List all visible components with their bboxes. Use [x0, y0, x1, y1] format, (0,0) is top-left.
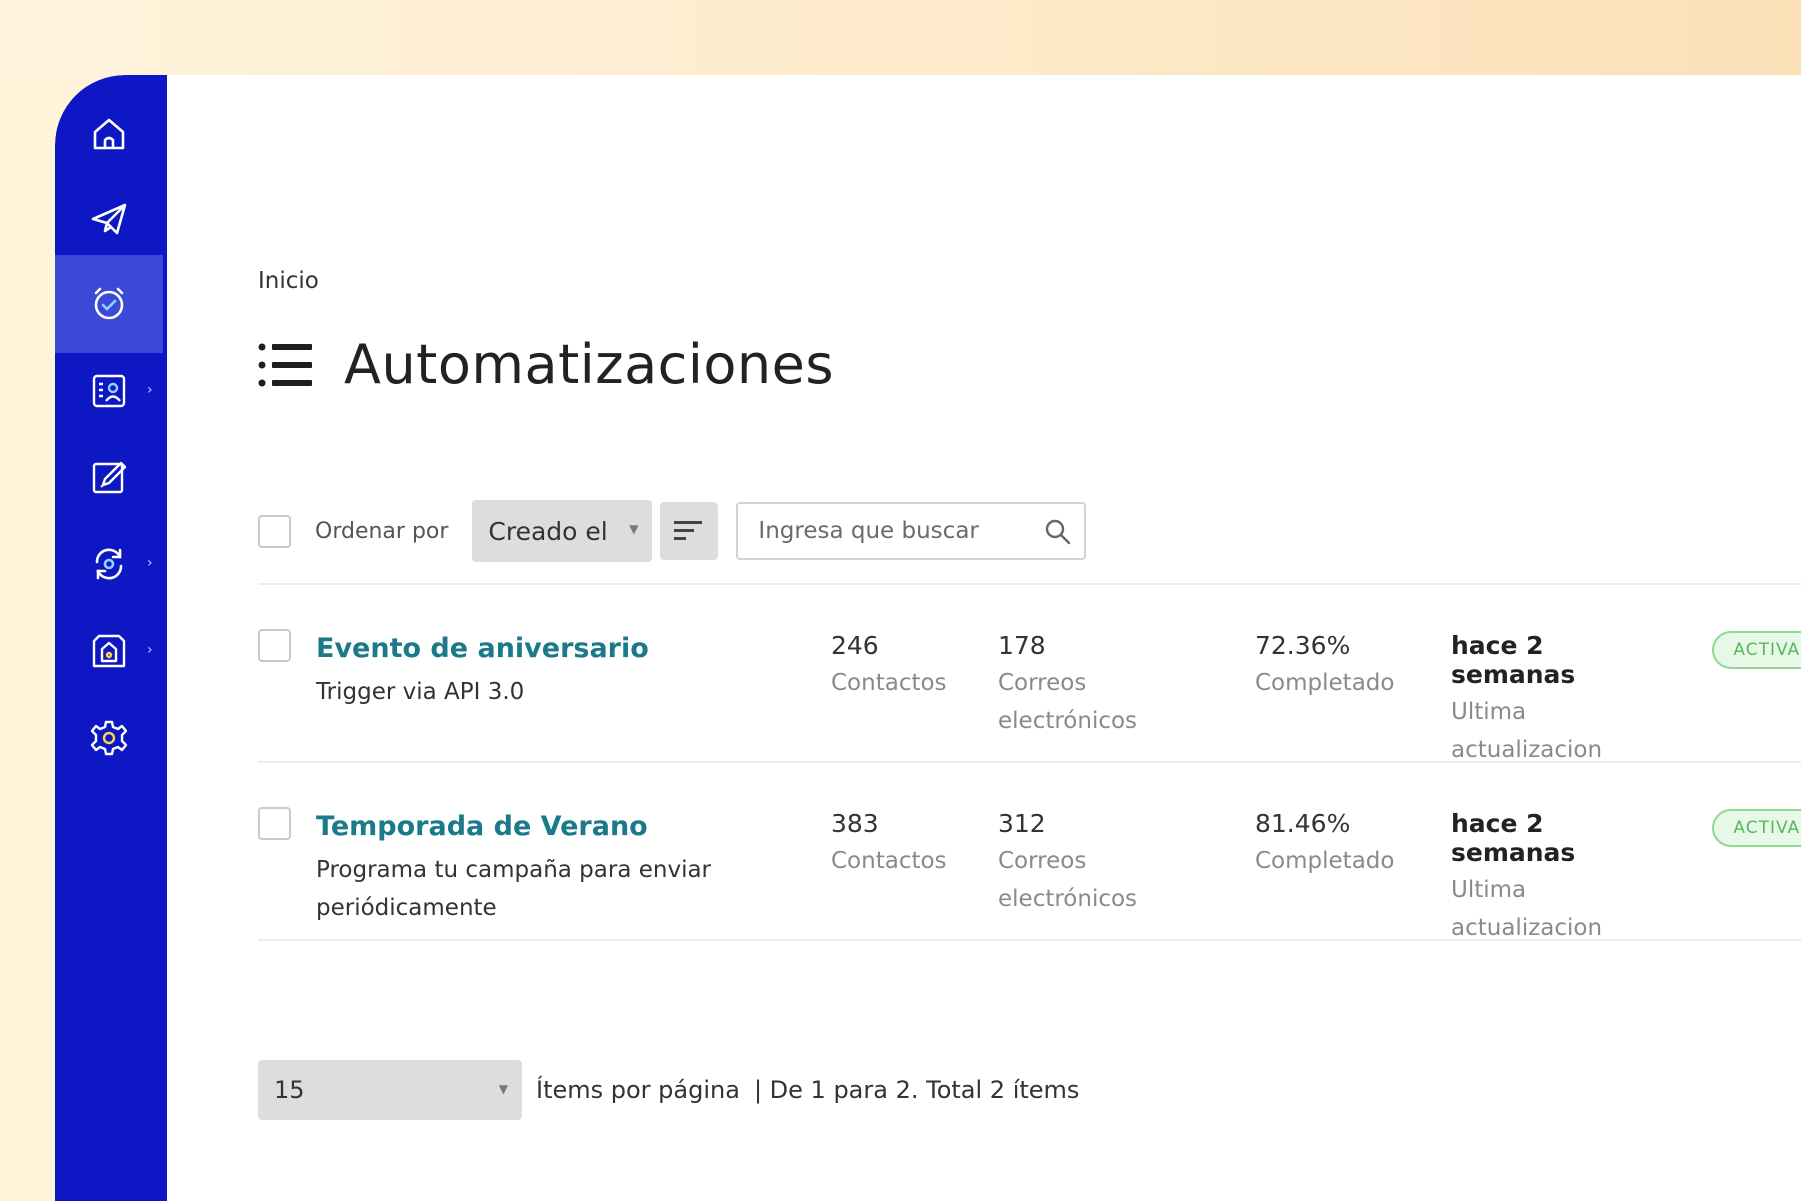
completed-stat: 72.36% Completado — [1255, 631, 1394, 702]
contacts-label: Contactos — [831, 670, 947, 696]
sidebar-item-settings[interactable] — [55, 689, 163, 787]
sort-select-value: Creado el — [488, 516, 608, 546]
search-icon[interactable] — [1044, 518, 1072, 546]
automation-description: Trigger via API 3.0 — [316, 679, 525, 705]
completed-label: Completado — [1255, 848, 1395, 874]
template-icon — [92, 634, 126, 668]
edit-icon — [92, 461, 127, 494]
page-header: Automatizaciones — [258, 333, 834, 396]
updated-time: hace 2 semanas — [1451, 809, 1576, 867]
pagination-summary: | De 1 para 2. Total 2 ítems — [753, 1076, 1080, 1104]
updated-label: Ultima actualizacion — [1451, 699, 1603, 763]
contacts-stat: 246 Contactos — [831, 631, 947, 702]
completed-percent: 81.46% — [1255, 809, 1351, 838]
chevron-right-icon: › — [147, 555, 153, 571]
alarm-clock-icon — [94, 287, 124, 320]
sidebar: › › › — [55, 75, 167, 1201]
home-icon — [93, 118, 125, 150]
page-title: Automatizaciones — [344, 333, 834, 396]
automations-table: Evento de aniversario Trigger via API 3.… — [258, 583, 1801, 941]
completed-label: Completado — [1255, 670, 1395, 696]
row-checkbox[interactable] — [258, 807, 291, 840]
items-per-page-select[interactable]: 15 ▼ — [258, 1060, 522, 1120]
sync-icon — [95, 548, 123, 580]
contacts-count: 383 — [831, 809, 879, 838]
items-per-page-label: Ítems por página — [536, 1076, 740, 1104]
emails-count: 312 — [998, 809, 1046, 838]
background-glow — [0, 0, 1801, 80]
automation-description: Programa tu campaña para enviar periódic… — [316, 857, 712, 921]
contacts-stat: 383 Contactos — [831, 809, 947, 880]
paper-plane-icon — [91, 203, 127, 235]
sort-label: Ordenar por — [315, 518, 449, 544]
updated-stat: hace 2 semanas Ultima actualizacion — [1451, 631, 1671, 769]
sidebar-item-automations[interactable] — [55, 255, 163, 353]
caret-down-icon: ▼ — [629, 522, 639, 536]
updated-label: Ultima actualizacion — [1451, 877, 1603, 941]
table-row[interactable]: Temporada de Verano Programa tu campaña … — [258, 763, 1801, 941]
sidebar-item-campaigns[interactable] — [55, 170, 163, 268]
toolbar: Ordenar por Creado el ▼ — [258, 500, 1087, 562]
emails-count: 178 — [998, 631, 1046, 660]
completed-percent: 72.36% — [1255, 631, 1351, 660]
sort-select[interactable]: Creado el ▼ — [472, 500, 653, 562]
contacts-label: Contactos — [831, 848, 947, 874]
search-input[interactable] — [758, 518, 1029, 544]
emails-label: Correos electrónicos — [998, 670, 1138, 734]
sort-direction-button[interactable] — [660, 502, 719, 560]
gear-icon — [90, 720, 128, 756]
app-window: › › › Inicio Automatizaciones Ordenar po… — [55, 75, 1801, 1201]
main-content: Inicio Automatizaciones Ordenar por Crea… — [167, 75, 1801, 1201]
automation-name-link[interactable]: Evento de aniversario — [316, 633, 649, 664]
caret-down-icon: ▼ — [498, 1082, 508, 1096]
updated-time: hace 2 semanas — [1451, 631, 1576, 689]
pagination: 15 ▼ Ítems por página | De 1 para 2. Tot… — [258, 1060, 1079, 1120]
status-badge: ACTIVADA — [1712, 631, 1801, 669]
sort-lines-icon — [674, 521, 703, 540]
contacts-icon — [92, 374, 126, 408]
row-checkbox[interactable] — [258, 629, 291, 662]
breadcrumb[interactable]: Inicio — [258, 268, 319, 294]
sidebar-item-home[interactable] — [55, 85, 163, 183]
chevron-right-icon: › — [147, 382, 153, 398]
sidebar-item-editor[interactable] — [55, 428, 163, 526]
select-all-checkbox[interactable] — [258, 514, 291, 548]
emails-label: Correos electrónicos — [998, 848, 1138, 912]
table-row[interactable]: Evento de aniversario Trigger via API 3.… — [258, 585, 1801, 763]
status-badge: ACTIVADA — [1712, 809, 1801, 847]
contacts-count: 246 — [831, 631, 879, 660]
emails-stat: 312 Correos electrónicos — [998, 809, 1168, 918]
updated-stat: hace 2 semanas Ultima actualizacion — [1451, 809, 1671, 947]
chevron-right-icon: › — [147, 642, 153, 658]
list-icon — [258, 343, 312, 386]
items-per-page-value: 15 — [274, 1076, 305, 1104]
automation-name-link[interactable]: Temporada de Verano — [316, 811, 648, 842]
completed-stat: 81.46% Completado — [1255, 809, 1394, 880]
search-box — [736, 502, 1087, 560]
emails-stat: 178 Correos electrónicos — [998, 631, 1168, 740]
